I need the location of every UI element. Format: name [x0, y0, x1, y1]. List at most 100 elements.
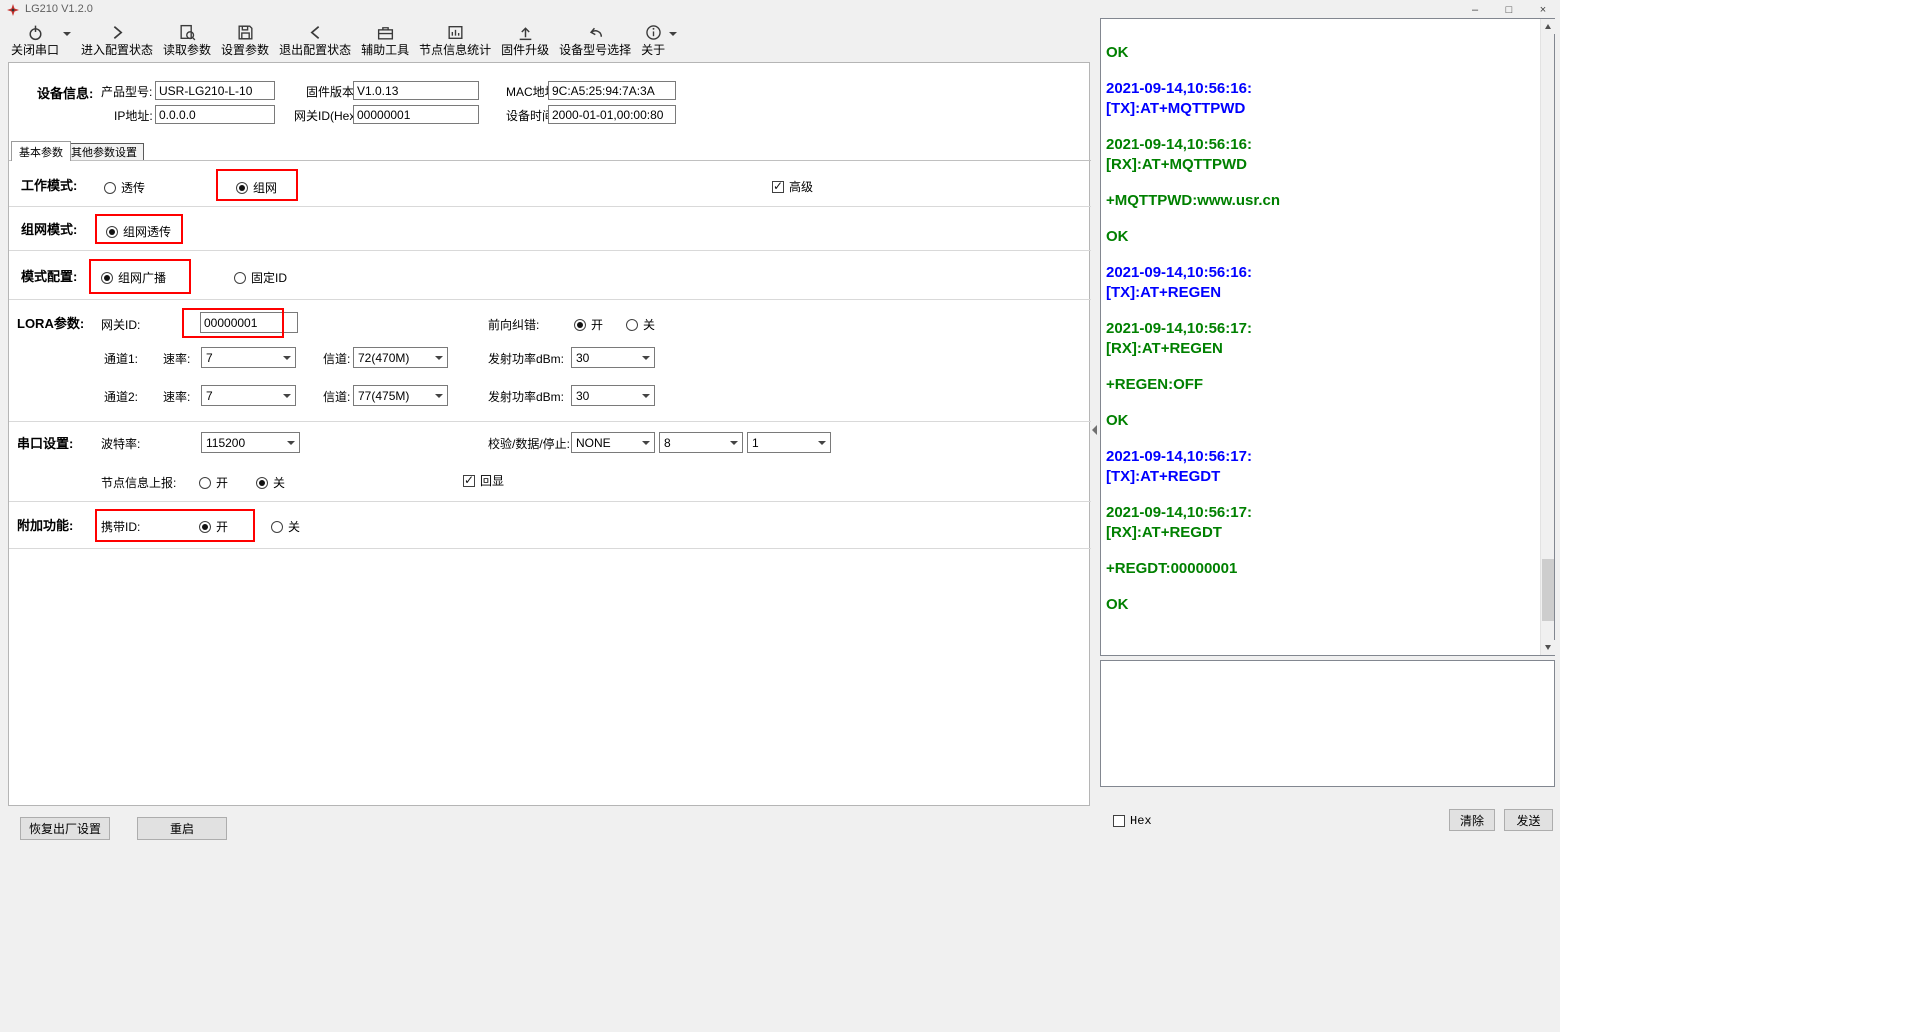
- dropdown-arrow-icon[interactable]: [669, 32, 677, 36]
- work-mode-transparent-label[interactable]: 透传: [121, 181, 145, 195]
- restart-button[interactable]: 重启: [137, 817, 227, 840]
- maximize-icon: □: [1506, 4, 1513, 16]
- fixed-id-radio[interactable]: [234, 272, 246, 284]
- minimize-button[interactable]: –: [1458, 0, 1492, 20]
- channel2-channel-label: 信道:: [323, 390, 350, 404]
- parity-select[interactable]: NONE: [571, 432, 655, 453]
- tab-strip-line: [9, 160, 1091, 161]
- advanced-checkbox[interactable]: [772, 181, 784, 193]
- channel2-label: 通道2:: [104, 390, 138, 404]
- toolbar-set-params-button[interactable]: 设置参数: [216, 21, 274, 60]
- toolbar-aux-tools-button[interactable]: 辅助工具: [356, 21, 414, 60]
- channel2-rate-select[interactable]: 7: [201, 385, 296, 406]
- carry-id-on-radio[interactable]: [199, 521, 211, 533]
- lora-gateway-id-label: 网关ID:: [101, 318, 140, 332]
- channel1-rate-select[interactable]: 7: [201, 347, 296, 368]
- gateway-id-hex-field[interactable]: [353, 105, 479, 124]
- node-report-on-radio[interactable]: [199, 477, 211, 489]
- channel2-rate-label: 速率:: [163, 390, 190, 404]
- firmware-version-label: 固件版本:: [306, 85, 357, 99]
- lora-gateway-id-field[interactable]: [200, 312, 298, 333]
- work-mode-network-radio[interactable]: [236, 182, 248, 194]
- log-output[interactable]: OK 2021-09-14,10:56:16:[TX]:AT+MQTTPWD 2…: [1101, 19, 1540, 655]
- channel1-channel-label: 信道:: [323, 352, 350, 366]
- product-model-field[interactable]: [155, 81, 275, 100]
- section-divider: [9, 548, 1091, 549]
- scroll-up-button[interactable]: [1541, 19, 1555, 34]
- mode-config-label: 模式配置:: [21, 266, 77, 285]
- node-report-off-radio[interactable]: [256, 477, 268, 489]
- toolbar-close-serial-button[interactable]: 关闭串口: [6, 21, 76, 60]
- title-bar[interactable]: LG210 V1.2.0 – □ ×: [0, 0, 1560, 20]
- toolbox-icon: [376, 23, 395, 42]
- hex-checkbox[interactable]: [1113, 815, 1125, 827]
- tab-other-params[interactable]: 其他参数设置: [64, 143, 144, 161]
- network-transparent-radio[interactable]: [106, 226, 118, 238]
- toolbar-device-model-button[interactable]: 设备型号选择: [554, 21, 636, 60]
- channel1-channel-select[interactable]: 72(470M): [353, 347, 448, 368]
- close-button[interactable]: ×: [1526, 0, 1560, 20]
- channel2-channel-select[interactable]: 77(475M): [353, 385, 448, 406]
- log-scrollbar[interactable]: [1540, 19, 1554, 655]
- fec-off-radio[interactable]: [626, 319, 638, 331]
- carry-id-on-label[interactable]: 开: [216, 520, 228, 534]
- section-divider: [9, 421, 1091, 422]
- chevron-down-icon: [638, 433, 654, 452]
- section-divider: [9, 206, 1091, 207]
- carry-id-off-radio[interactable]: [271, 521, 283, 533]
- maximize-button[interactable]: □: [1492, 0, 1526, 20]
- node-report-on-label[interactable]: 开: [216, 476, 228, 490]
- parity-data-stop-label: 校验/数据/停止:: [488, 437, 570, 451]
- scrollbar-thumb[interactable]: [1542, 559, 1554, 621]
- toolbar-about-button[interactable]: 关于: [636, 21, 682, 60]
- fec-on-label[interactable]: 开: [591, 318, 603, 332]
- mac-address-field[interactable]: [548, 81, 676, 100]
- data-bits-select[interactable]: 8: [659, 432, 743, 453]
- log-block: +MQTTPWD:www.usr.cn: [1106, 191, 1534, 211]
- node-report-off-label[interactable]: 关: [273, 476, 285, 490]
- device-time-field[interactable]: [548, 105, 676, 124]
- channel1-power-select[interactable]: 30: [571, 347, 655, 368]
- baud-rate-select[interactable]: 115200: [201, 432, 300, 453]
- fec-off-label[interactable]: 关: [643, 318, 655, 332]
- firmware-version-field[interactable]: [353, 81, 479, 100]
- device-info-label: 设备信息:: [37, 83, 93, 102]
- advanced-label[interactable]: 高级: [789, 180, 813, 194]
- toolbar-enter-config-button[interactable]: 进入配置状态: [76, 21, 158, 60]
- channel2-power-select[interactable]: 30: [571, 385, 655, 406]
- log-block: OK: [1106, 595, 1534, 615]
- toolbar-firmware-upgrade-button[interactable]: 固件升级: [496, 21, 554, 60]
- fec-on-radio[interactable]: [574, 319, 586, 331]
- dropdown-arrow-icon[interactable]: [63, 32, 71, 36]
- echo-checkbox[interactable]: [463, 475, 475, 487]
- channel1-power-label: 发射功率dBm:: [488, 352, 564, 366]
- app-logo-icon: [7, 4, 19, 16]
- about-icon: [644, 23, 663, 42]
- splitter-collapse-icon[interactable]: [1092, 425, 1097, 435]
- broadcast-label[interactable]: 组网广播: [118, 271, 166, 285]
- ip-address-field[interactable]: [155, 105, 275, 124]
- lora-params-label: LORA参数:: [17, 313, 84, 332]
- toolbar-exit-config-button[interactable]: 退出配置状态: [274, 21, 356, 60]
- toolbar-read-params-button[interactable]: 读取参数: [158, 21, 216, 60]
- work-mode-network-label[interactable]: 组网: [253, 181, 277, 195]
- work-mode-transparent-radio[interactable]: [104, 182, 116, 194]
- clear-button[interactable]: 清除: [1449, 809, 1495, 831]
- factory-reset-button[interactable]: 恢复出厂设置: [20, 817, 110, 840]
- section-divider: [9, 501, 1091, 502]
- toolbar-node-stats-button[interactable]: 节点信息统计: [414, 21, 496, 60]
- fixed-id-label[interactable]: 固定ID: [251, 271, 287, 285]
- network-transparent-label[interactable]: 组网透传: [123, 225, 171, 239]
- carry-id-label: 携带ID:: [101, 520, 140, 534]
- hex-label[interactable]: Hex: [1130, 814, 1152, 828]
- config-panel: 设备信息: 产品型号: 固件版本: MAC地址: IP地址: 网关ID(Hex)…: [8, 62, 1090, 806]
- send-button[interactable]: 发送: [1504, 809, 1553, 831]
- scroll-down-button[interactable]: [1541, 640, 1555, 655]
- echo-label[interactable]: 回显: [480, 474, 504, 488]
- send-input-panel[interactable]: [1100, 660, 1555, 787]
- stop-bits-select[interactable]: 1: [747, 432, 831, 453]
- carry-id-off-label[interactable]: 关: [288, 520, 300, 534]
- log-block: +REGDT:00000001: [1106, 559, 1534, 579]
- tab-basic-params[interactable]: 基本参数: [11, 141, 71, 161]
- broadcast-radio[interactable]: [101, 272, 113, 284]
